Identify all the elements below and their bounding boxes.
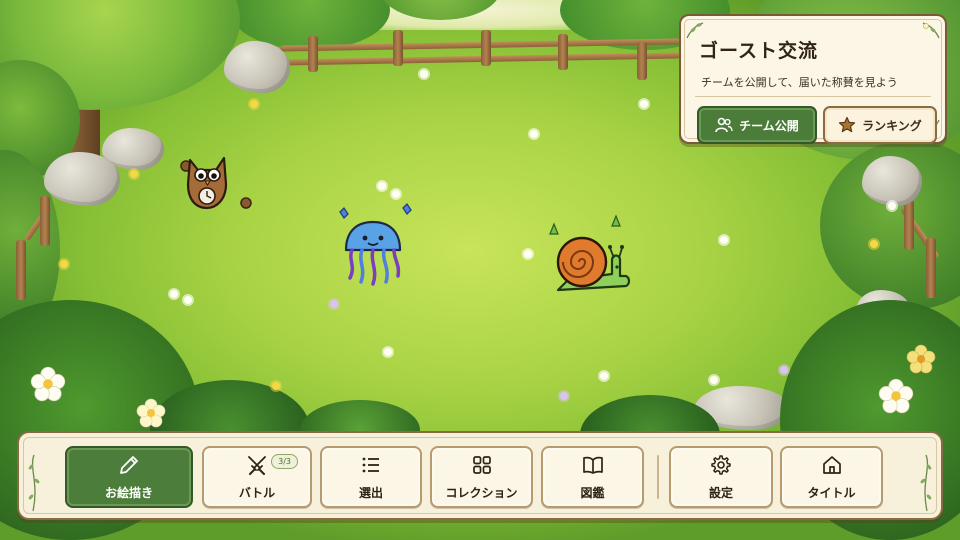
flower xyxy=(530,130,538,138)
flower xyxy=(710,376,718,384)
nav-encyclopedia-button[interactable]: 図鑑 xyxy=(541,446,644,508)
publish-team-button[interactable]: チーム公開 xyxy=(697,106,817,144)
flower xyxy=(524,250,532,258)
pencil-icon xyxy=(120,456,138,474)
vine-ornament-icon xyxy=(28,454,40,512)
flower xyxy=(560,392,568,400)
people-icon xyxy=(715,117,733,133)
flower xyxy=(184,296,192,304)
yellow-flower xyxy=(906,344,936,374)
flower xyxy=(780,366,788,374)
vine-ornament-icon xyxy=(922,22,940,39)
ranking-button[interactable]: ランキング xyxy=(823,106,937,144)
nav-collection-label: コレクション xyxy=(445,486,518,500)
rock xyxy=(862,156,922,206)
crossed-swords-icon xyxy=(248,456,266,475)
nav-encyclopedia-label: 図鑑 xyxy=(580,486,605,500)
gear-icon xyxy=(711,455,731,475)
flower xyxy=(60,260,68,268)
rock xyxy=(224,41,290,93)
battle-count-badge: 3/3 xyxy=(271,454,298,469)
nav-battle-label: バトル xyxy=(238,486,276,500)
white-flower xyxy=(878,378,914,414)
snail-character[interactable] xyxy=(546,214,636,298)
nav-collection-button[interactable]: コレクション xyxy=(430,446,533,508)
white-flower xyxy=(136,398,166,428)
flower xyxy=(640,100,648,108)
flower xyxy=(250,100,258,108)
flower xyxy=(170,290,178,298)
nav-title-label: タイトル xyxy=(807,486,856,500)
vine-ornament-icon xyxy=(920,454,932,512)
owl-character[interactable] xyxy=(176,150,260,214)
nav-settings-label: 設定 xyxy=(708,486,733,500)
flower xyxy=(870,240,878,248)
nav-select-button[interactable]: 選出 xyxy=(320,446,422,508)
flower xyxy=(130,170,138,178)
nav-draw-label: お絵描き xyxy=(104,486,153,500)
flower xyxy=(330,300,338,308)
flower xyxy=(272,382,280,390)
nav-separator xyxy=(657,455,659,499)
nav-settings-button[interactable]: 設定 xyxy=(669,446,773,508)
flower xyxy=(420,70,428,78)
nav-title-button[interactable]: タイトル xyxy=(780,446,883,508)
nav-draw-button[interactable]: お絵描き xyxy=(65,446,193,508)
book-icon xyxy=(582,456,603,474)
flower xyxy=(888,202,896,210)
flower xyxy=(720,236,728,244)
rock xyxy=(44,152,120,206)
flower xyxy=(384,348,392,356)
white-flower xyxy=(30,366,66,402)
panel-title: ゴースト交流 xyxy=(699,40,819,62)
flower xyxy=(392,190,400,198)
grid-icon xyxy=(472,456,491,474)
flower xyxy=(600,372,608,380)
publish-team-label: チーム公開 xyxy=(739,118,799,133)
nav-select-label: 選出 xyxy=(358,486,383,500)
list-icon xyxy=(362,457,379,473)
bottom-navigation-bar: お絵描き 3/3 バトル 選出 コレクション 図鑑 設定 タイトル xyxy=(17,431,943,520)
star-icon xyxy=(839,116,856,133)
nav-battle-button[interactable]: 3/3 バトル xyxy=(202,446,312,508)
flower xyxy=(378,182,386,190)
panel-divider xyxy=(695,96,931,97)
jellyfish-character[interactable] xyxy=(330,202,420,290)
ghost-exchange-panel: ゴースト交流 チームを公開して、届いた称賛を見よう チーム公開 ランキング xyxy=(679,14,947,144)
home-icon xyxy=(822,456,841,474)
panel-subtitle: チームを公開して、届いた称賛を見よう xyxy=(701,76,898,89)
ranking-label: ランキング xyxy=(862,118,922,133)
